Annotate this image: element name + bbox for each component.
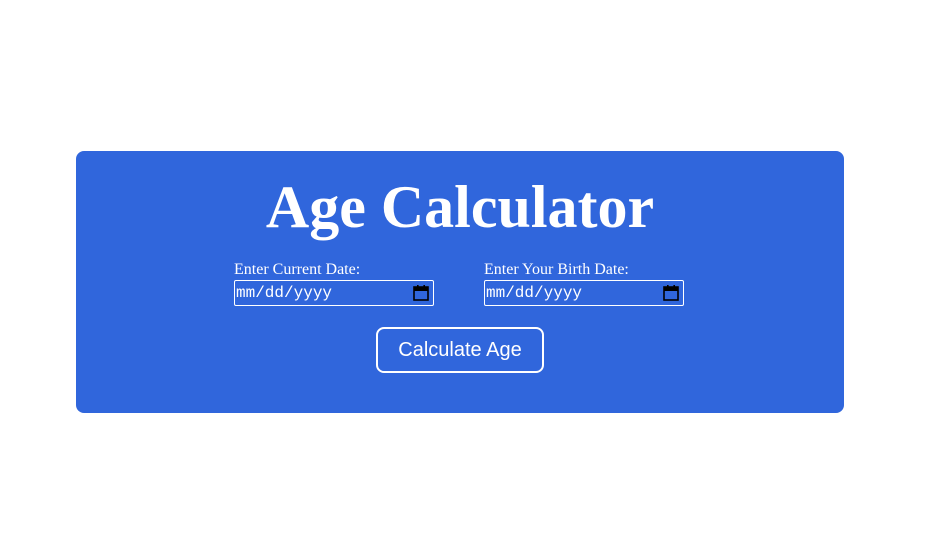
birth-date-placeholder: mm/dd/yyyy xyxy=(486,284,583,302)
calculate-age-button[interactable]: Calculate Age xyxy=(376,327,544,373)
current-date-placeholder: mm/dd/yyyy xyxy=(236,284,333,302)
current-date-field: Enter Current Date: mm/dd/yyyy xyxy=(234,261,436,306)
birth-date-field: Enter Your Birth Date: mm/dd/yyyy xyxy=(484,261,686,306)
birth-date-input[interactable]: mm/dd/yyyy xyxy=(484,280,684,306)
current-date-input[interactable]: mm/dd/yyyy xyxy=(234,280,434,306)
current-date-label: Enter Current Date: xyxy=(234,261,361,278)
page-title: Age Calculator xyxy=(265,174,655,240)
age-calculator-card: Age Calculator Enter Current Date: mm/dd… xyxy=(76,151,844,413)
calendar-icon[interactable] xyxy=(662,284,680,302)
calendar-icon[interactable] xyxy=(412,284,430,302)
birth-date-label: Enter Your Birth Date: xyxy=(484,261,629,278)
